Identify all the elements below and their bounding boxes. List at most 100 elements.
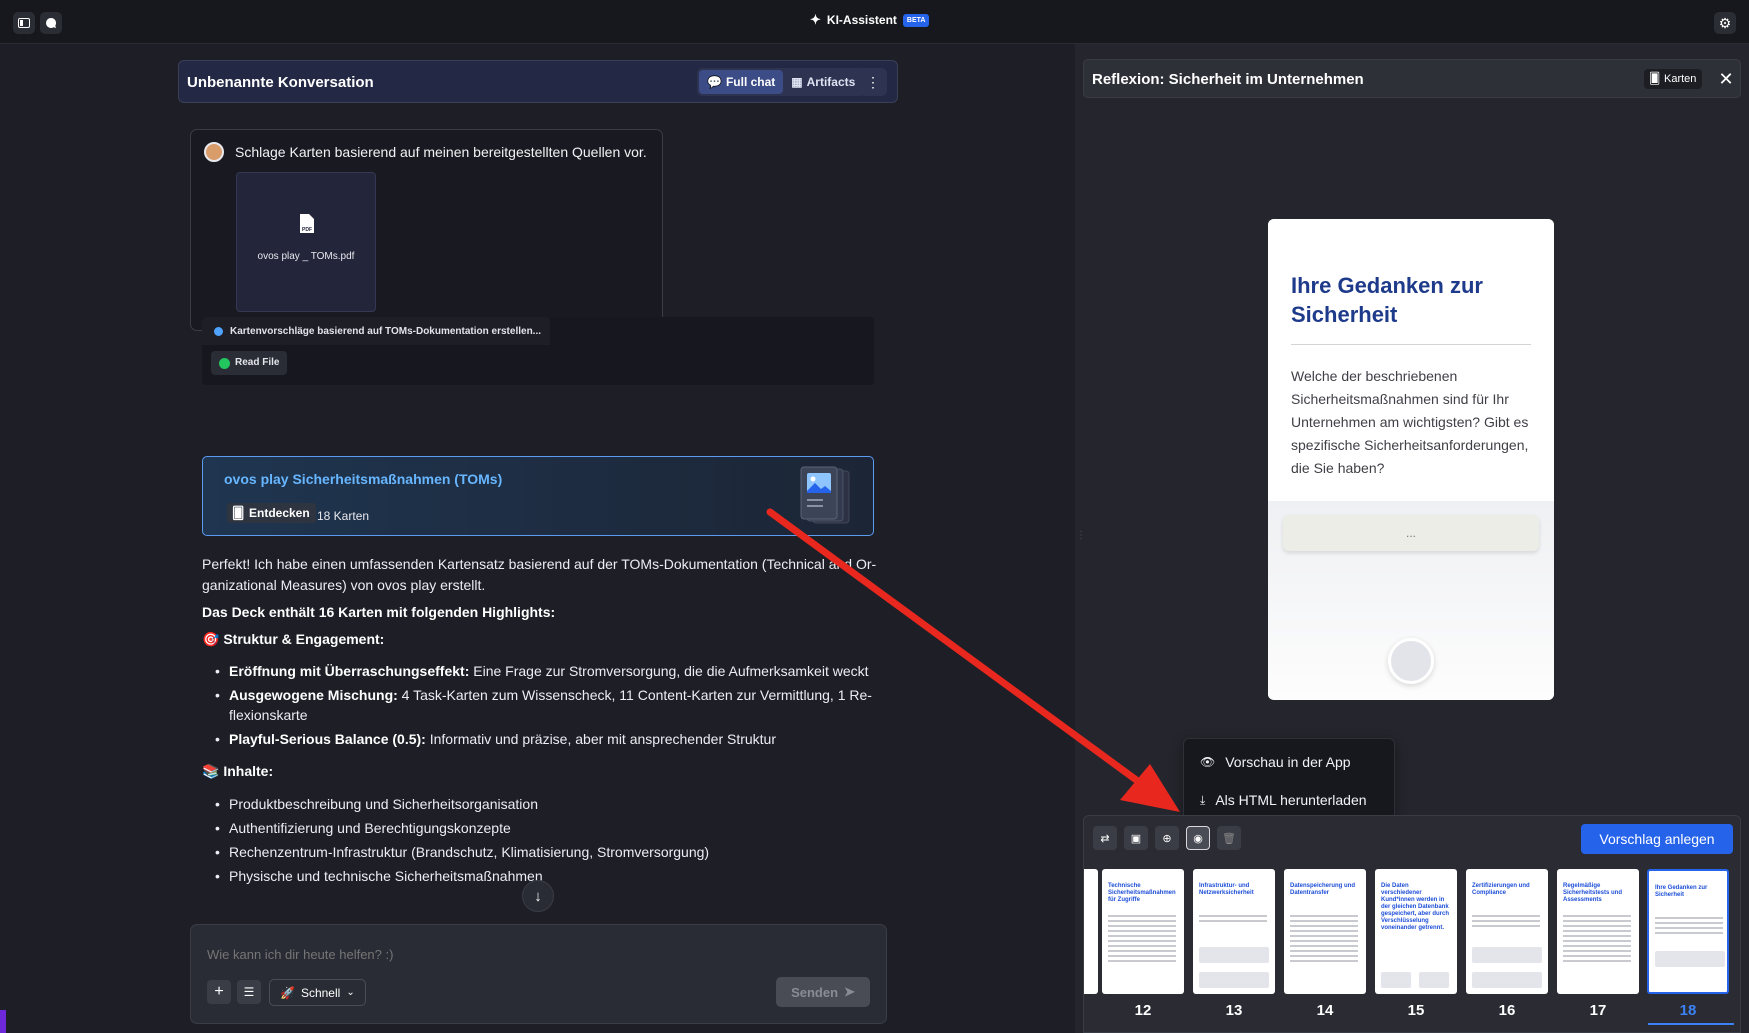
settings-button[interactable]: ⚙ [1714, 12, 1736, 34]
menu-item-download[interactable]: ⤓ Als HTML herunterladen [1200, 792, 1367, 808]
beta-badge: BETA [902, 13, 930, 27]
card-preview: Ihre Gedanken zur Sicherheit Welche der … [1268, 219, 1554, 700]
tab-artifacts[interactable]: ▦ Artifacts [783, 70, 863, 94]
gear-icon: ⚙ [1718, 14, 1732, 31]
plus-icon: + [214, 983, 224, 1000]
send-button[interactable]: Senden ➤ [776, 977, 870, 1007]
conversation-header: Unbenannte Konversation 💬 Full chat ▦ Ar… [178, 60, 898, 103]
selected-indicator [1648, 1023, 1734, 1025]
answer-deck-info: Das Deck enthält 16 Karten mit folgenden… [202, 604, 556, 620]
card-thumbnail[interactable]: Infrastruktur- und Netzwerksicherheit [1193, 869, 1275, 994]
read-file-label: Read File [235, 357, 280, 368]
deck-card[interactable]: ovos play Sicherheitsmaßnahmen (TOMs) 🂠 … [202, 456, 874, 536]
kebab-icon: ⋮ [866, 73, 880, 90]
preview-menu: 👁 Vorschau in der App ⤓ Als HTML herunte… [1183, 738, 1395, 822]
card-thumbnail[interactable] [1084, 869, 1098, 994]
chat-icon: 💬 [707, 75, 722, 89]
send-label: Senden [791, 984, 839, 1000]
app-title-text: KI-Assistent [826, 13, 897, 27]
globe-icon: ⊕ [1162, 832, 1172, 845]
trash-icon: 🗑 [1222, 832, 1236, 845]
cards-chip-label: Karten [1664, 73, 1697, 85]
settings-sliders-button[interactable]: ☰ [237, 980, 261, 1004]
menu-item-download-label: Als HTML herunterladen [1215, 792, 1367, 808]
thumbnail-number: 15 [1407, 1002, 1425, 1019]
add-button[interactable]: + [207, 980, 231, 1004]
sidebar-toggle-button[interactable] [13, 12, 35, 34]
card-text: Welche der beschriebenen Sicherheitsmaßn… [1291, 368, 1529, 476]
check-icon [219, 358, 230, 369]
card-thumbnail[interactable]: Regelmäßige Sicherheitstests und Assessm… [1557, 869, 1639, 994]
tab-full-chat-label: Full chat [725, 75, 776, 89]
list-item-continuation: flexionskarte [229, 707, 308, 723]
artifact-title: Reflexion: Sicherheit im Unternehmen [1092, 71, 1364, 88]
thumbnail-number: 12 [1134, 1002, 1152, 1019]
card-thumbnail[interactable]: Zertifizierungen und Compliance [1466, 869, 1548, 994]
sliders-icon: ☰ [243, 985, 255, 999]
conversation-title: Unbenannte Konversation [187, 74, 374, 91]
scroll-down-button[interactable]: ↓ [522, 880, 554, 912]
top-bar: ✦ KI-Assistent BETA ⚙ [0, 0, 1749, 44]
message-composer: + ☰ 🚀 Schnell ⌄ Senden ➤ [190, 924, 887, 1024]
answer-intro-line-1: Perfekt! Ich habe einen umfassenden Kart… [202, 556, 877, 572]
tab-full-chat[interactable]: 💬 Full chat [699, 70, 784, 94]
chat-bubble-icon [46, 17, 57, 28]
chat-button[interactable] [40, 12, 62, 34]
list-item: Rechenzentrum-Infrastruktur (Brandschutz… [215, 841, 709, 863]
tool-status-box: Kartenvorschläge basierend auf TOMs-Doku… [202, 317, 874, 385]
pdf-filename: ovos play _ TOMs.pdf [257, 251, 355, 262]
list-item: Ausgewogene Mischung: 4 Task-Karten zum … [215, 684, 872, 706]
answer-section-content: 📚 Inhalte: [202, 763, 274, 779]
more-options-button[interactable]: ⋮ [859, 68, 887, 96]
mode-label: Schnell [300, 985, 341, 1000]
discover-label: Entdecken [249, 506, 310, 520]
rocket-icon: 🚀 [280, 985, 295, 1000]
cards-view-button[interactable]: ▣ [1124, 826, 1148, 850]
deck-count: 18 Karten [317, 509, 370, 523]
card-thumbnail[interactable]: Die Daten verschiedener Kund*innen werde… [1375, 869, 1457, 994]
list-item: Playful-Serious Balance (0.5): Informati… [215, 728, 776, 750]
card-thumbnail[interactable]: Technische Sicherheitsmaßnahmen für Zugr… [1102, 869, 1184, 994]
pdf-attachment[interactable]: PDF ovos play _ TOMs.pdf [236, 172, 376, 312]
eye-icon: ◉ [1193, 832, 1203, 845]
shuffle-icon: ⇄ [1100, 832, 1110, 845]
chat-panel: Unbenannte Konversation 💬 Full chat ▦ Ar… [0, 44, 1075, 1033]
pdf-icon: PDF [300, 214, 314, 233]
send-icon: ➤ [844, 984, 855, 999]
mode-select[interactable]: 🚀 Schnell ⌄ [269, 979, 366, 1006]
close-button[interactable]: ✕ [1714, 67, 1738, 91]
cards-icon: 🂠 [232, 506, 245, 520]
shuffle-button[interactable]: ⇄ [1093, 826, 1117, 850]
card-thumbnail-selected[interactable]: Ihre Gedanken zur Sicherheit [1647, 869, 1729, 994]
thumbnail-number: 14 [1316, 1002, 1334, 1019]
window-edge [0, 1010, 6, 1033]
thumbnail-number: 17 [1589, 1002, 1607, 1019]
read-file-chip[interactable]: Read File [211, 351, 288, 375]
delete-button[interactable]: 🗑 [1217, 826, 1241, 850]
sidebar-icon [18, 18, 30, 28]
artifact-header: Reflexion: Sicherheit im Unternehmen 🂠 K… [1083, 59, 1741, 98]
thumbnail-number-selected: 18 [1679, 1002, 1697, 1019]
cards-icon: ▣ [1130, 832, 1142, 845]
discover-button[interactable]: 🂠 Entdecken [227, 503, 316, 523]
list-item: Physische und technische Sicherheitsmaßn… [215, 865, 543, 887]
answer-intro-line-2: ganizational Measures) von ovos play ers… [202, 577, 486, 593]
card-answer-field[interactable]: ... [1283, 515, 1539, 551]
card-toolbar: ⇄ ▣ ⊕ ◉ 🗑 Vorschlag anlegen Technische S… [1083, 815, 1741, 1033]
tab-artifacts-label: Artifacts [806, 75, 856, 89]
thumbnail-number: 13 [1225, 1002, 1243, 1019]
tool-status-text: Kartenvorschläge basierend auf TOMs-Doku… [230, 326, 542, 337]
tool-status-header: Kartenvorschläge basierend auf TOMs-Doku… [202, 317, 550, 345]
resize-handle[interactable]: ⋮ [1076, 530, 1086, 541]
globe-button[interactable]: ⊕ [1155, 826, 1179, 850]
card-submit-button[interactable] [1388, 638, 1434, 684]
deck-thumbnail-icon [800, 466, 850, 524]
create-suggestion-button[interactable]: Vorschlag anlegen [1581, 824, 1733, 854]
preview-button[interactable]: ◉ [1186, 826, 1210, 850]
message-input[interactable] [207, 947, 867, 962]
sparkle-icon: ✦ [810, 12, 821, 27]
card-thumbnail[interactable]: Datenspeicherung und Datentransfer [1284, 869, 1366, 994]
user-message-text: Schlage Karten basierend auf meinen bere… [235, 144, 647, 160]
download-icon: ⤓ [1200, 792, 1206, 807]
menu-item-preview[interactable]: 👁 Vorschau in der App [1200, 754, 1351, 770]
